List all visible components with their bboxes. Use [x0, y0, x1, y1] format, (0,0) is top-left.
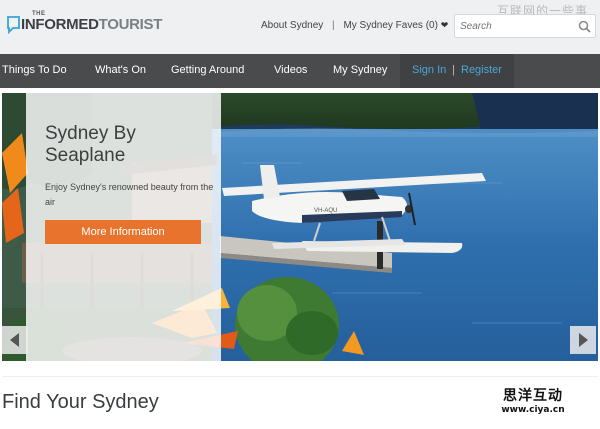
site-header: THE INFORMEDTOURIST About Sydney | My Sy…	[0, 0, 600, 54]
about-sydney-link[interactable]: About Sydney	[261, 20, 323, 31]
plane-registration: VH-AQU	[314, 208, 337, 214]
watermark-logo: 思洋互动 www.ciya.cn	[493, 388, 573, 420]
watermark-chinese-text: 思洋互动	[503, 388, 563, 404]
chevron-right-icon	[579, 333, 588, 347]
carousel-prev-button[interactable]	[2, 326, 28, 354]
nav-item-getting-around[interactable]: Getting Around	[171, 64, 244, 76]
more-information-button[interactable]: More Information	[45, 220, 201, 244]
speech-bubble-icon	[7, 16, 20, 34]
promo-title: Sydney By Seaplane	[45, 123, 136, 166]
hero-carousel: VH-AQU Sydney By Seaplane Enjoy Sydney's…	[2, 93, 598, 361]
account-separator: |	[452, 64, 455, 76]
nav-item-my-sydney[interactable]: My Sydney	[333, 64, 387, 76]
search-box	[454, 14, 596, 38]
logo-wordmark: INFORMEDTOURIST	[21, 16, 162, 33]
logo-light-text: TOURIST	[98, 16, 163, 33]
account-nav: Sign In | Register	[400, 54, 514, 88]
nav-item-whats-on[interactable]: What's On	[95, 64, 146, 76]
top-links: About Sydney | My Sydney Faves (0) ❤	[261, 20, 448, 31]
search-input[interactable]	[460, 18, 570, 34]
site-logo[interactable]: THE INFORMEDTOURIST	[7, 11, 167, 39]
logo-main-text: INFORMED	[21, 16, 99, 33]
heart-icon: ❤	[440, 20, 449, 30]
nav-item-videos[interactable]: Videos	[274, 64, 307, 76]
find-your-sydney-heading: Find Your Sydney	[2, 391, 159, 413]
section-divider	[2, 376, 598, 377]
sign-in-link[interactable]: Sign In	[412, 64, 446, 76]
promo-panel: Sydney By Seaplane Enjoy Sydney's renown…	[26, 93, 221, 361]
watermark-url-text: www.ciya.cn	[501, 405, 565, 415]
my-sydney-faves-link[interactable]: My Sydney Faves (0)	[343, 20, 437, 31]
chevron-left-icon	[10, 333, 19, 347]
nav-item-things-to-do[interactable]: Things To Do	[2, 64, 67, 76]
promo-description: Enjoy Sydney's renowned beauty from the …	[45, 182, 214, 207]
search-icon[interactable]	[578, 20, 591, 33]
link-separator: |	[332, 20, 335, 31]
main-nav: Things To Do What's On Getting Around Vi…	[0, 54, 600, 88]
register-link[interactable]: Register	[461, 64, 502, 76]
carousel-next-button[interactable]	[570, 326, 596, 354]
